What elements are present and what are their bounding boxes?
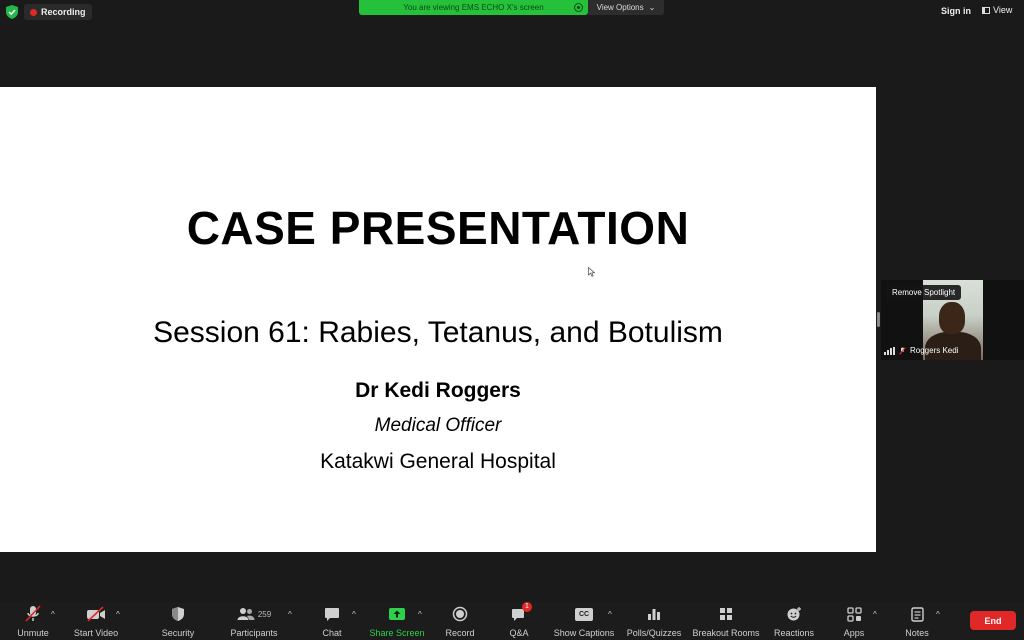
stop-share-icon[interactable] bbox=[574, 3, 583, 12]
breakout-rooms-label: Breakout Rooms bbox=[692, 628, 760, 638]
captions-options-caret[interactable]: ^ bbox=[608, 610, 612, 619]
slide-title: CASE PRESENTATION bbox=[186, 202, 690, 254]
participant-video-tile[interactable]: Remove Spotlight Roggers Kedi bbox=[881, 280, 1024, 360]
show-captions-button[interactable]: CC Show Captions bbox=[552, 604, 616, 640]
chevron-down-icon: ⌄ bbox=[648, 2, 656, 12]
breakout-rooms-icon bbox=[720, 608, 732, 620]
mic-muted-icon bbox=[25, 605, 41, 622]
slide-subtitle: Session 61: Rabies, Tetanus, and Botulis… bbox=[153, 316, 723, 349]
security-icon bbox=[172, 607, 184, 621]
share-screen-label: Share Screen bbox=[369, 628, 425, 638]
apps-icon bbox=[846, 606, 862, 622]
reactions-label: Reactions bbox=[773, 628, 815, 638]
shared-screen-slide: CASE PRESENTATION Session 61: Rabies, Te… bbox=[0, 87, 876, 552]
participants-count: 259 bbox=[257, 609, 272, 619]
apps-options-caret[interactable]: ^ bbox=[873, 610, 877, 619]
participant-name-bar: Roggers Kedi bbox=[884, 346, 958, 355]
chat-label: Chat bbox=[322, 628, 342, 638]
sign-in-link[interactable]: Sign in bbox=[941, 6, 971, 16]
notes-options-caret[interactable]: ^ bbox=[936, 610, 940, 619]
captions-icon: CC bbox=[575, 607, 593, 621]
apps-button[interactable]: Apps bbox=[840, 604, 868, 640]
chat-icon bbox=[325, 607, 339, 621]
zoom-meeting-window: Recording You are viewing EMS ECHO X's s… bbox=[0, 0, 1024, 640]
mouse-cursor-icon bbox=[588, 267, 596, 277]
top-bar: Recording You are viewing EMS ECHO X's s… bbox=[0, 0, 1024, 24]
viewing-share-banner: You are viewing EMS ECHO X's screen bbox=[359, 0, 588, 15]
slide-author: Dr Kedi Roggers bbox=[355, 379, 521, 402]
view-icon bbox=[982, 6, 990, 14]
video-off-icon bbox=[87, 606, 105, 622]
polls-button[interactable]: Polls/Quizzes bbox=[625, 604, 683, 640]
meeting-toolbar: Unmute ^ Start Video ^ Security 259 Part… bbox=[0, 602, 1024, 640]
recording-label: Recording bbox=[41, 7, 86, 17]
view-label: View bbox=[993, 5, 1013, 15]
notes-icon bbox=[910, 606, 924, 622]
security-button[interactable]: Security bbox=[159, 604, 197, 640]
remove-spotlight-button[interactable]: Remove Spotlight bbox=[886, 285, 962, 300]
chat-options-caret[interactable]: ^ bbox=[352, 610, 356, 619]
breakout-rooms-button[interactable]: Breakout Rooms bbox=[690, 604, 762, 640]
record-label: Record bbox=[445, 628, 475, 638]
participants-icon bbox=[237, 608, 255, 620]
panel-resize-handle[interactable] bbox=[877, 312, 880, 327]
reactions-button[interactable]: Reactions bbox=[772, 604, 816, 640]
participant-name: Roggers Kedi bbox=[910, 346, 959, 355]
signal-bars-icon bbox=[884, 346, 895, 355]
notes-button[interactable]: Notes bbox=[902, 604, 932, 640]
end-meeting-button[interactable]: End bbox=[970, 611, 1016, 630]
shield-icon[interactable] bbox=[6, 5, 18, 19]
start-video-button[interactable]: Start Video bbox=[72, 604, 120, 640]
slide-role: Medical Officer bbox=[374, 415, 502, 436]
participants-label: Participants bbox=[230, 628, 278, 638]
record-icon bbox=[452, 606, 468, 622]
view-options-label: View Options bbox=[596, 3, 644, 12]
apps-label: Apps bbox=[843, 628, 865, 638]
qa-button[interactable]: 1 Q&A bbox=[506, 602, 532, 640]
participants-button[interactable]: 259 Participants bbox=[226, 604, 282, 640]
view-options-button[interactable]: View Options ⌄ bbox=[588, 0, 664, 15]
unmute-button[interactable]: Unmute bbox=[14, 604, 52, 640]
qa-badge: 1 bbox=[522, 602, 532, 612]
notes-label: Notes bbox=[905, 628, 929, 638]
chat-button[interactable]: Chat bbox=[318, 604, 346, 640]
recording-indicator[interactable]: Recording bbox=[24, 4, 92, 20]
polls-label: Polls/Quizzes bbox=[626, 628, 682, 638]
share-screen-icon bbox=[389, 608, 405, 620]
audio-options-caret[interactable]: ^ bbox=[51, 610, 55, 619]
security-label: Security bbox=[161, 628, 195, 638]
unmute-label: Unmute bbox=[17, 628, 49, 638]
polls-icon bbox=[648, 609, 660, 620]
share-options-caret[interactable]: ^ bbox=[418, 610, 422, 619]
start-video-label: Start Video bbox=[73, 628, 119, 638]
slide-organization: Katakwi General Hospital bbox=[320, 450, 556, 473]
participants-options-caret[interactable]: ^ bbox=[288, 610, 292, 619]
recording-dot-icon bbox=[30, 8, 37, 16]
reactions-icon bbox=[787, 607, 801, 621]
share-banner-text: You are viewing EMS ECHO X's screen bbox=[403, 3, 544, 12]
show-captions-label: Show Captions bbox=[553, 628, 615, 638]
video-options-caret[interactable]: ^ bbox=[116, 610, 120, 619]
mic-off-small-icon bbox=[899, 346, 906, 355]
qa-label: Q&A bbox=[509, 628, 529, 638]
view-button[interactable]: View bbox=[982, 5, 1012, 15]
record-button[interactable]: Record bbox=[442, 604, 478, 640]
participant-head bbox=[939, 302, 965, 334]
